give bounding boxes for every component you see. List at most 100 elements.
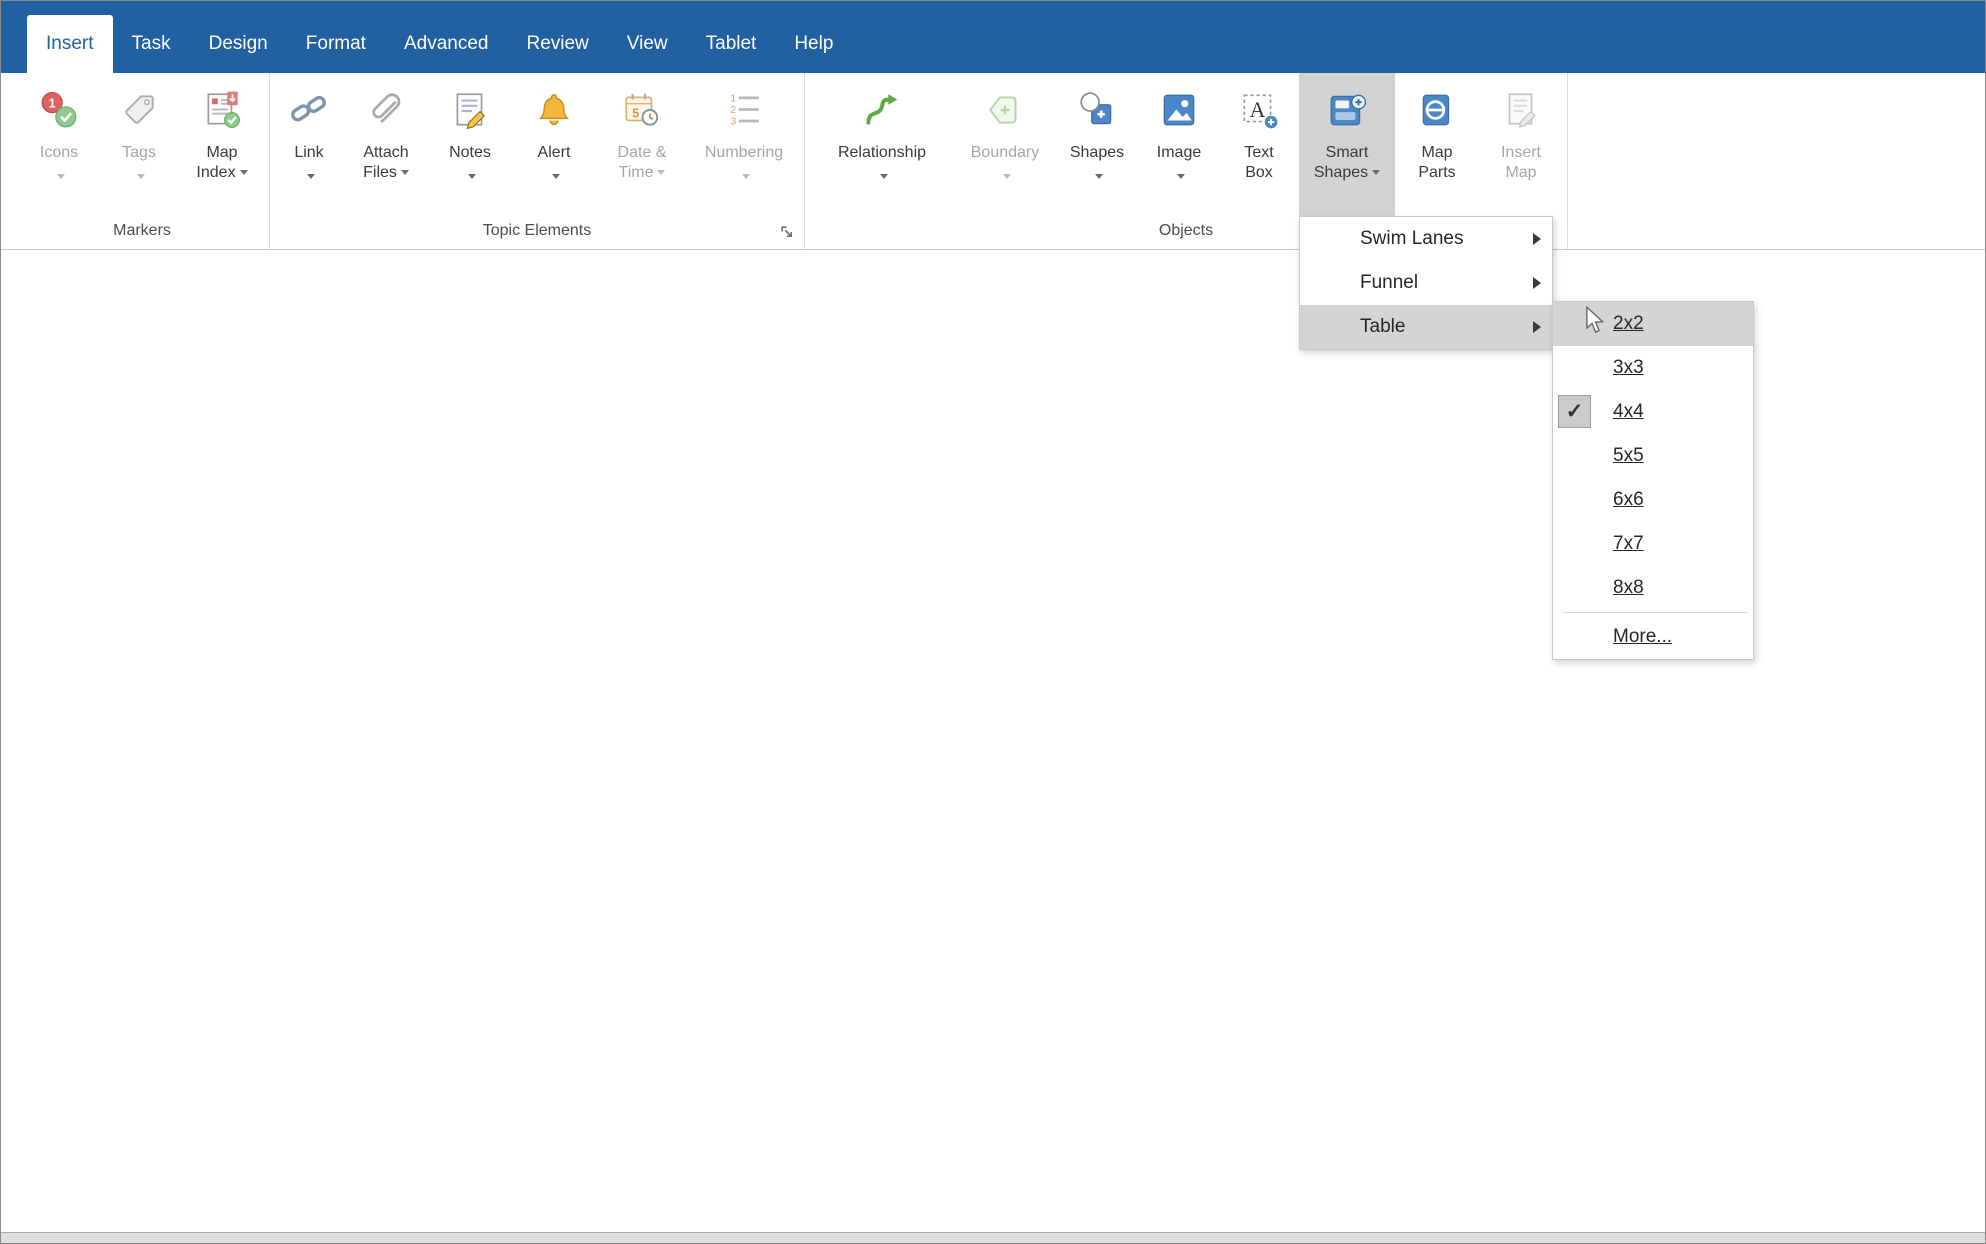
map-parts-button[interactable]: Map Parts [1395, 73, 1479, 216]
svg-text:1: 1 [730, 93, 736, 105]
size-4x4-label: 4x4 [1613, 401, 1644, 422]
submenu-item-4x4[interactable]: ✓ 4x4 [1553, 390, 1753, 434]
mouse-cursor-icon [1585, 305, 1605, 341]
tab-view[interactable]: View [608, 15, 687, 73]
app-window: Insert Task Design Format Advanced Revie… [0, 0, 1986, 1244]
submenu-item-more[interactable]: More... [1553, 615, 1753, 659]
group-label-markers: Markers [113, 222, 171, 239]
svg-text:3: 3 [730, 116, 736, 128]
boundary-label: Boundary [970, 144, 1040, 161]
swim-lanes-label: Swim Lanes [1360, 228, 1464, 249]
submenu-item-7x7[interactable]: 7x7 [1553, 522, 1753, 566]
shapes-button[interactable]: Shapes [1055, 73, 1139, 216]
map-index-button[interactable]: Map Index [179, 73, 265, 216]
size-2x2-label: 2x2 [1613, 313, 1644, 334]
link-label: Link [294, 144, 324, 161]
boundary-button[interactable]: Boundary [955, 73, 1055, 216]
smart-shapes-button[interactable]: Smart Shapes Swim Lanes Funnel Table 2x2… [1299, 73, 1754, 660]
group-label-topic-elements: Topic Elements [482, 222, 592, 239]
numbering-button[interactable]: 1 2 3 Numbering [688, 73, 800, 216]
objects-buttons: Relationship Boundary Shapes Image A Tex… [805, 73, 1754, 660]
date-time-button[interactable]: 5 Date & Time [596, 73, 688, 216]
alert-label: Alert [537, 144, 571, 161]
table-size-submenu: 2x2 3x3 ✓ 4x4 5x5 6x6 7x7 8x8 More... [1552, 301, 1754, 660]
notes-button[interactable]: Notes [428, 73, 512, 216]
notes-label: Notes [449, 144, 491, 161]
submenu-item-6x6[interactable]: 6x6 [1553, 478, 1753, 522]
menu-item-table[interactable]: Table [1300, 305, 1552, 349]
numbered-list-icon: 1 2 3 [723, 89, 765, 131]
submenu-item-5x5[interactable]: 5x5 [1553, 434, 1753, 478]
link-button[interactable]: Link [274, 73, 344, 216]
bell-icon [533, 89, 575, 131]
icons-marker-icon: 1 [38, 89, 80, 131]
insert-map-button[interactable]: Insert Map [1479, 73, 1563, 216]
menu-item-funnel[interactable]: Funnel [1300, 261, 1552, 305]
attach-files-label-2: Files [363, 164, 397, 181]
tab-design[interactable]: Design [190, 15, 287, 73]
dropdown-caret-icon [468, 174, 476, 180]
dropdown-caret-icon [307, 174, 315, 180]
checked-checkbox-icon: ✓ [1558, 395, 1591, 428]
tab-format[interactable]: Format [287, 15, 385, 73]
tab-insert[interactable]: Insert [27, 15, 113, 73]
svg-text:1: 1 [49, 96, 56, 110]
shapes-label: Shapes [1069, 144, 1125, 161]
tags-button[interactable]: Tags [99, 73, 179, 216]
dropdown-caret-icon [1372, 170, 1381, 176]
submenu-arrow-icon [1533, 321, 1541, 333]
menu-separator [1563, 612, 1748, 613]
menu-item-swim-lanes[interactable]: Swim Lanes [1300, 217, 1552, 261]
icons-label: Icons [39, 144, 79, 161]
size-7x7-label: 7x7 [1613, 533, 1644, 554]
icons-button[interactable]: 1 Icons [19, 73, 99, 216]
dialog-launcher-icon[interactable] [779, 224, 796, 241]
image-button[interactable]: Image [1139, 73, 1219, 216]
insert-map-label-2: Map [1505, 164, 1537, 181]
submenu-arrow-icon [1533, 277, 1541, 289]
attach-files-label-1: Attach [363, 144, 409, 161]
tags-label: Tags [122, 144, 156, 161]
dropdown-caret-icon [1003, 174, 1011, 180]
svg-text:2: 2 [730, 104, 736, 116]
relationship-button[interactable]: Relationship [809, 73, 955, 216]
tab-help[interactable]: Help [775, 15, 852, 73]
map-index-label-2: Index [196, 164, 236, 181]
map-parts-label-2: Parts [1418, 164, 1456, 181]
map-parts-label-1: Map [1421, 144, 1453, 161]
image-icon [1158, 89, 1200, 131]
smart-shapes-icon [1326, 89, 1368, 131]
text-box-icon: A [1238, 89, 1280, 131]
dropdown-caret-icon [880, 174, 888, 180]
dropdown-caret-icon [57, 174, 65, 180]
topic-elements-buttons: Link Attach Files Notes Alert 5 Date & T… [270, 73, 804, 216]
ribbon-group-objects: Relationship Boundary Shapes Image A Tex… [805, 73, 1754, 660]
link-icon [288, 89, 330, 131]
submenu-item-2x2[interactable]: 2x2 [1553, 302, 1753, 346]
dropdown-caret-icon [552, 174, 560, 180]
ribbon-group-markers: 1 Icons Tags Map Index Markers [15, 73, 270, 249]
tab-advanced[interactable]: Advanced [385, 15, 508, 73]
svg-text:A: A [1249, 97, 1265, 122]
shapes-icon [1076, 89, 1118, 131]
paperclip-icon [365, 89, 407, 131]
dropdown-caret-icon [400, 170, 409, 176]
submenu-item-3x3[interactable]: 3x3 [1553, 346, 1753, 390]
ribbon: 1 Icons Tags Map Index Markers Link Atta… [1, 73, 1985, 660]
submenu-item-8x8[interactable]: 8x8 [1553, 566, 1753, 610]
bottom-window-edge [1, 1232, 1985, 1243]
table-label: Table [1360, 316, 1406, 337]
text-box-button[interactable]: A Text Box [1219, 73, 1299, 216]
relationship-label: Relationship [837, 144, 927, 161]
tab-review[interactable]: Review [507, 15, 607, 73]
map-index-label-1: Map [206, 144, 238, 161]
tab-tablet[interactable]: Tablet [687, 15, 776, 73]
smart-shapes-label-1: Smart [1325, 144, 1369, 161]
attach-files-button[interactable]: Attach Files [344, 73, 428, 216]
map-index-icon [201, 89, 243, 131]
tab-task[interactable]: Task [113, 15, 190, 73]
tag-icon [118, 89, 160, 131]
numbering-label: Numbering [704, 144, 784, 161]
alert-button[interactable]: Alert [512, 73, 596, 216]
dropdown-caret-icon [1095, 174, 1103, 180]
